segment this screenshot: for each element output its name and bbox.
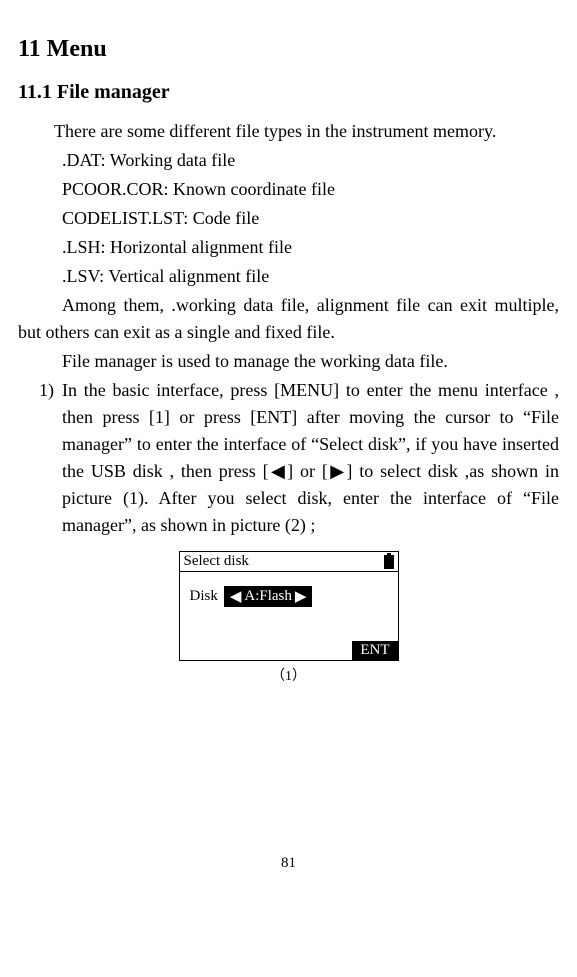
file-type-item: CODELIST.LST: Code file	[18, 205, 559, 232]
disk-label: Disk	[190, 588, 218, 605]
item-number: 1)	[18, 377, 54, 539]
heading-2: 11.1 File manager	[18, 81, 559, 104]
left-arrow-icon[interactable]: ◀	[230, 587, 242, 606]
screen-titlebar: Select disk	[180, 552, 398, 572]
right-arrow-icon[interactable]: ▶	[295, 587, 307, 606]
item-text: In the basic interface, press [MENU] to …	[62, 377, 559, 539]
file-type-item: .LSH: Horizontal alignment file	[18, 234, 559, 261]
disk-value: A:Flash	[244, 588, 292, 605]
page-number: 81	[18, 855, 559, 872]
screen-title: Select disk	[184, 553, 249, 570]
file-type-item: PCOOR.COR: Known coordinate file	[18, 176, 559, 203]
file-type-item: .DAT: Working data file	[18, 147, 559, 174]
disk-selector[interactable]: ◀ A:Flash ▶	[224, 586, 313, 607]
device-screen-figure: Select disk Disk ◀ A:Flash ▶ ENT （1）	[179, 551, 399, 685]
device-screen: Select disk Disk ◀ A:Flash ▶ ENT	[179, 551, 399, 661]
file-type-item: .LSV: Vertical alignment file	[18, 263, 559, 290]
note-paragraph: File manager is used to manage the worki…	[18, 348, 559, 375]
battery-icon	[384, 555, 394, 569]
numbered-item: 1) In the basic interface, press [MENU] …	[18, 377, 559, 539]
figure-caption: （1）	[179, 665, 399, 685]
note-paragraph: Among them, .working data file, alignmen…	[18, 292, 559, 346]
intro-paragraph: There are some different file types in t…	[18, 118, 559, 145]
screen-body: Disk ◀ A:Flash ▶	[180, 572, 398, 607]
ent-button[interactable]: ENT	[352, 641, 397, 660]
heading-1: 11 Menu	[18, 36, 559, 63]
